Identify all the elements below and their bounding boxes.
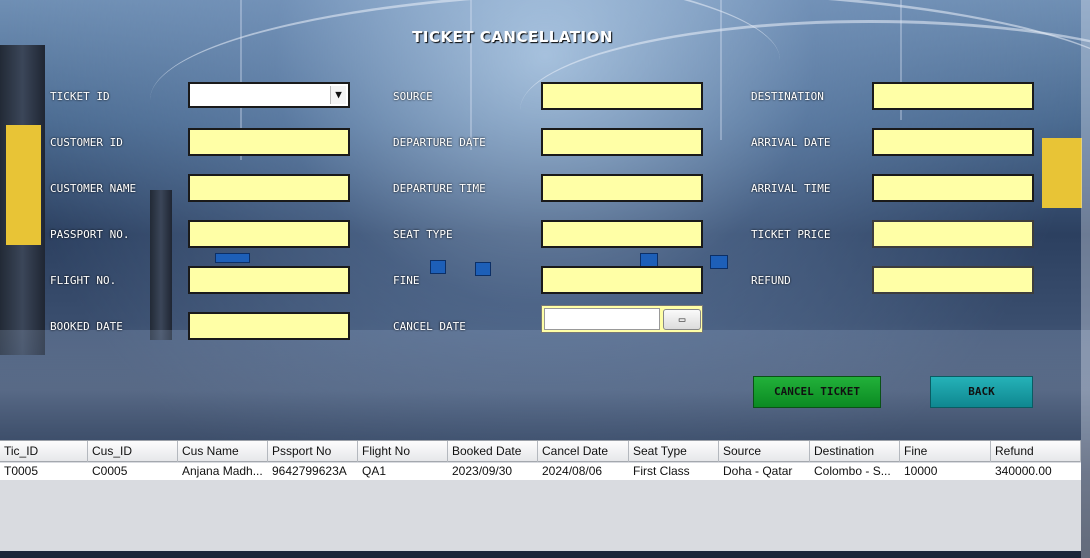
departure-date-field[interactable] xyxy=(541,128,703,156)
label-source: SOURCE xyxy=(393,90,433,103)
label-cancel-date: CANCEL DATE xyxy=(393,320,466,333)
label-ticket-id: TICKET ID xyxy=(50,90,110,103)
label-destination: DESTINATION xyxy=(751,90,824,103)
table-cell: 10000 xyxy=(904,464,938,478)
column-header[interactable]: Refund xyxy=(991,441,1081,462)
label-flight-no: FLIGHT NO. xyxy=(50,274,117,287)
label-booked-date: BOOKED DATE xyxy=(50,320,123,333)
arrival-time-field[interactable] xyxy=(872,174,1034,202)
ticket-id-select[interactable]: ▼ xyxy=(188,82,350,108)
back-button[interactable]: BACK xyxy=(930,376,1033,408)
table-cell: 2024/08/06 xyxy=(542,464,603,478)
column-header[interactable]: Tic_ID xyxy=(0,441,88,462)
cancel-date-picker: ▭ xyxy=(541,305,703,333)
table-cell: Colombo - S... xyxy=(814,464,891,478)
column-header[interactable]: Destination xyxy=(810,441,900,462)
table-cell: T0005 xyxy=(4,464,39,478)
column-header[interactable]: Cus_ID xyxy=(88,441,178,462)
label-seat-type: SEAT TYPE xyxy=(393,228,453,241)
column-header[interactable]: Flight No xyxy=(358,441,448,462)
label-departure-time: DEPARTURE TIME xyxy=(393,182,486,195)
source-field[interactable] xyxy=(541,82,703,110)
table-cell: Anjana Madh... xyxy=(182,464,263,478)
flight-no-field[interactable] xyxy=(188,266,350,294)
column-header[interactable]: Fine xyxy=(900,441,991,462)
refund-field[interactable] xyxy=(872,266,1034,294)
departure-time-field[interactable] xyxy=(541,174,703,202)
label-arrival-date: ARRIVAL DATE xyxy=(751,136,831,149)
label-customer-id: CUSTOMER ID xyxy=(50,136,123,149)
column-header[interactable]: Source xyxy=(719,441,810,462)
table-header: Tic_ID Cus_ID Cus Name Pssport No Flight… xyxy=(0,441,1081,462)
page-title: TICKET CANCELLATION xyxy=(412,28,613,46)
table-cell: Doha - Qatar xyxy=(723,464,793,478)
cancel-date-input[interactable] xyxy=(544,308,660,330)
customer-id-field[interactable] xyxy=(188,128,350,156)
table-cell: QA1 xyxy=(362,464,387,478)
column-header[interactable]: Seat Type xyxy=(629,441,719,462)
label-refund: REFUND xyxy=(751,274,791,287)
label-customer-name: CUSTOMER NAME xyxy=(50,182,137,195)
label-departure-date: DEPARTURE DATE xyxy=(393,136,486,149)
label-fine: FINE xyxy=(393,274,420,287)
vertical-scrollbar[interactable] xyxy=(1081,0,1090,558)
table-row[interactable]: T0005 C0005 Anjana Madh... 9642799623A Q… xyxy=(0,463,1081,480)
calendar-icon[interactable]: ▭ xyxy=(663,309,701,330)
column-header[interactable]: Pssport No xyxy=(268,441,358,462)
column-header[interactable]: Cancel Date xyxy=(538,441,629,462)
destination-field[interactable] xyxy=(872,82,1034,110)
chevron-down-icon[interactable]: ▼ xyxy=(330,86,346,104)
ticket-price-field[interactable] xyxy=(872,220,1034,248)
arrival-date-field[interactable] xyxy=(872,128,1034,156)
booked-date-field[interactable] xyxy=(188,312,350,340)
column-header[interactable]: Booked Date xyxy=(448,441,538,462)
table-cell: First Class xyxy=(633,464,690,478)
table-cell: C0005 xyxy=(92,464,128,478)
cancellation-table: Tic_ID Cus_ID Cus Name Pssport No Flight… xyxy=(0,440,1081,551)
cancel-ticket-button[interactable]: CANCEL TICKET xyxy=(753,376,881,408)
fine-field[interactable] xyxy=(541,266,703,294)
label-passport-no: PASSPORT NO. xyxy=(50,228,130,241)
table-cell: 2023/09/30 xyxy=(452,464,513,478)
passport-no-field[interactable] xyxy=(188,220,350,248)
label-ticket-price: TICKET PRICE xyxy=(751,228,831,241)
seat-type-field[interactable] xyxy=(541,220,703,248)
table-cell: 9642799623A xyxy=(272,464,347,478)
table-cell: 340000.00 xyxy=(995,464,1052,478)
column-header[interactable]: Cus Name xyxy=(178,441,268,462)
label-arrival-time: ARRIVAL TIME xyxy=(751,182,831,195)
customer-name-field[interactable] xyxy=(188,174,350,202)
